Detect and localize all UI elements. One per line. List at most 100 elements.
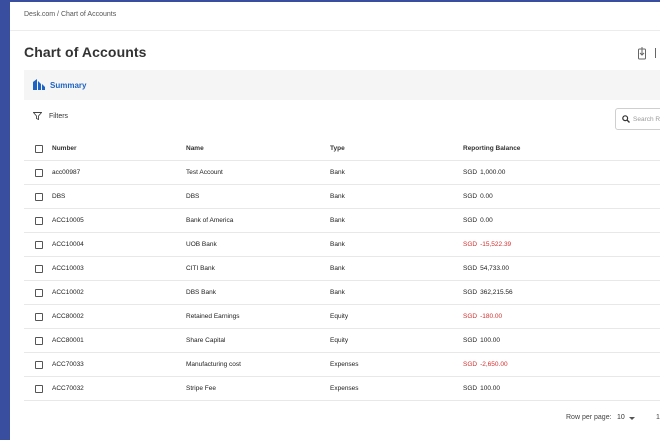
balance-currency: SGD <box>463 313 478 320</box>
account-name: DBS Bank <box>186 289 216 296</box>
balance-amount: -180.00 <box>480 313 503 320</box>
row-checkbox[interactable] <box>35 289 43 297</box>
account-type: Expenses <box>330 361 359 368</box>
rows-per-page-label: Row per page: <box>566 414 612 421</box>
more-icon[interactable] <box>655 48 660 58</box>
select-all-checkbox[interactable] <box>35 145 43 153</box>
account-number[interactable]: DBS <box>52 185 65 209</box>
pagination-range: 1 <box>656 414 660 421</box>
reporting-balance: SGD 362,215.56 <box>463 281 513 305</box>
reporting-balance: SGD -180.00 <box>463 305 502 329</box>
reporting-balance: SGD 54,733.00 <box>463 257 509 281</box>
search-icon <box>622 115 630 123</box>
reporting-balance: SGD 100.00 <box>463 329 500 353</box>
account-type: Bank <box>330 169 345 176</box>
balance-currency: SGD <box>463 169 478 176</box>
column-header-number[interactable]: Number <box>52 137 77 161</box>
table-row[interactable]: DBS DBS Bank SGD 0.00 <box>24 185 660 209</box>
table-row[interactable]: ACC10005 Bank of America Bank SGD 0.00 <box>24 209 660 233</box>
balance-amount: 362,215.56 <box>480 289 513 296</box>
account-name: CITI Bank <box>186 265 215 272</box>
row-checkbox[interactable] <box>35 361 43 369</box>
account-type: Expenses <box>330 385 359 392</box>
account-number[interactable]: ACC10005 <box>52 209 84 233</box>
column-header-balance[interactable]: Reporting Balance <box>463 137 520 161</box>
reporting-balance: SGD -15,522.39 <box>463 233 511 257</box>
breadcrumb: Desk.com / Chart of Accounts <box>24 11 117 18</box>
main-content: Desk.com / Chart of Accounts Chart of Ac… <box>10 2 660 440</box>
app-sidebar <box>0 0 10 440</box>
balance-amount: 0.00 <box>480 193 493 200</box>
account-number[interactable]: ACC10004 <box>52 233 84 257</box>
reporting-balance: SGD 1,000.00 <box>463 161 505 185</box>
accounts-table: Number Name Type Reporting Balance acc00… <box>24 137 660 401</box>
row-checkbox[interactable] <box>35 241 43 249</box>
summary-bar[interactable]: Summary <box>24 70 660 100</box>
balance-currency: SGD <box>463 241 478 248</box>
row-checkbox[interactable] <box>35 385 43 393</box>
account-name: Manufacturing cost <box>186 361 241 368</box>
balance-amount: 1,000.00 <box>480 169 506 176</box>
column-header-type[interactable]: Type <box>330 137 345 161</box>
account-name: Retained Earnings <box>186 313 240 320</box>
table-row[interactable]: ACC10003 CITI Bank Bank SGD 54,733.00 <box>24 257 660 281</box>
account-type: Bank <box>330 265 345 272</box>
table-row[interactable]: ACC70032 Stripe Fee Expenses SGD 100.00 <box>24 377 660 401</box>
row-checkbox[interactable] <box>35 193 43 201</box>
balance-currency: SGD <box>463 361 478 368</box>
search-box[interactable] <box>615 108 660 130</box>
reporting-balance: SGD 0.00 <box>463 185 493 209</box>
chevron-down-icon[interactable] <box>629 417 635 420</box>
balance-amount: 0.00 <box>480 217 493 224</box>
filter-icon[interactable] <box>33 112 42 120</box>
account-name: DBS <box>186 193 200 200</box>
account-number[interactable]: ACC70033 <box>52 353 84 377</box>
table-row[interactable]: ACC80002 Retained Earnings Equity SGD -180.0… <box>24 305 660 329</box>
account-type: Equity <box>330 313 349 320</box>
table-row[interactable]: ACC10002 DBS Bank Bank SGD 362,215.56 <box>24 281 660 305</box>
row-checkbox[interactable] <box>35 265 43 273</box>
account-number[interactable]: ACC10003 <box>52 257 84 281</box>
account-number[interactable]: ACC70032 <box>52 377 84 401</box>
account-type: Bank <box>330 193 345 200</box>
balance-currency: SGD <box>463 337 478 344</box>
account-name: Bank of America <box>186 217 234 224</box>
balance-currency: SGD <box>463 193 478 200</box>
page-title: Chart of Accounts <box>24 44 147 60</box>
balance-amount: 54,733.00 <box>480 265 510 272</box>
balance-currency: SGD <box>463 385 478 392</box>
account-name: Share Capital <box>186 337 226 344</box>
row-checkbox[interactable] <box>35 217 43 225</box>
rows-per-page-select[interactable]: 10 <box>617 414 625 421</box>
balance-currency: SGD <box>463 289 478 296</box>
filters-button[interactable]: Filters <box>49 113 68 120</box>
search-input[interactable] <box>633 113 660 125</box>
row-checkbox[interactable] <box>35 313 43 321</box>
account-number[interactable]: ACC10002 <box>52 281 84 305</box>
account-name: Test Account <box>186 169 223 176</box>
reporting-balance: SGD 100.00 <box>463 377 500 401</box>
account-type: Bank <box>330 289 345 296</box>
table-header-row: Number Name Type Reporting Balance <box>24 137 660 161</box>
reporting-balance: SGD 0.00 <box>463 209 493 233</box>
table-body: acc00987 Test Account Bank SGD 1,000.00 DBS DB… <box>24 161 660 401</box>
balance-amount: 100.00 <box>480 337 500 344</box>
row-checkbox[interactable] <box>35 337 43 345</box>
table-row[interactable]: ACC70033 Manufacturing cost Expenses SGD -2,… <box>24 353 660 377</box>
row-checkbox[interactable] <box>35 169 43 177</box>
summary-chart-icon <box>33 79 45 90</box>
column-header-name[interactable]: Name <box>186 137 204 161</box>
balance-amount: -2,650.00 <box>480 361 508 368</box>
table-row[interactable]: ACC80001 Share Capital Equity SGD 100.00 <box>24 329 660 353</box>
account-number[interactable]: ACC80002 <box>52 305 84 329</box>
export-icon[interactable] <box>637 46 647 60</box>
account-number[interactable]: ACC80001 <box>52 329 84 353</box>
header-divider <box>10 30 660 31</box>
account-type: Bank <box>330 241 345 248</box>
table-row[interactable]: ACC10004 UOB Bank Bank SGD -15,522.39 <box>24 233 660 257</box>
balance-currency: SGD <box>463 265 478 272</box>
account-number[interactable]: acc00987 <box>52 161 80 185</box>
account-type: Equity <box>330 337 349 344</box>
table-row[interactable]: acc00987 Test Account Bank SGD 1,000.00 <box>24 161 660 185</box>
summary-label[interactable]: Summary <box>50 81 86 90</box>
